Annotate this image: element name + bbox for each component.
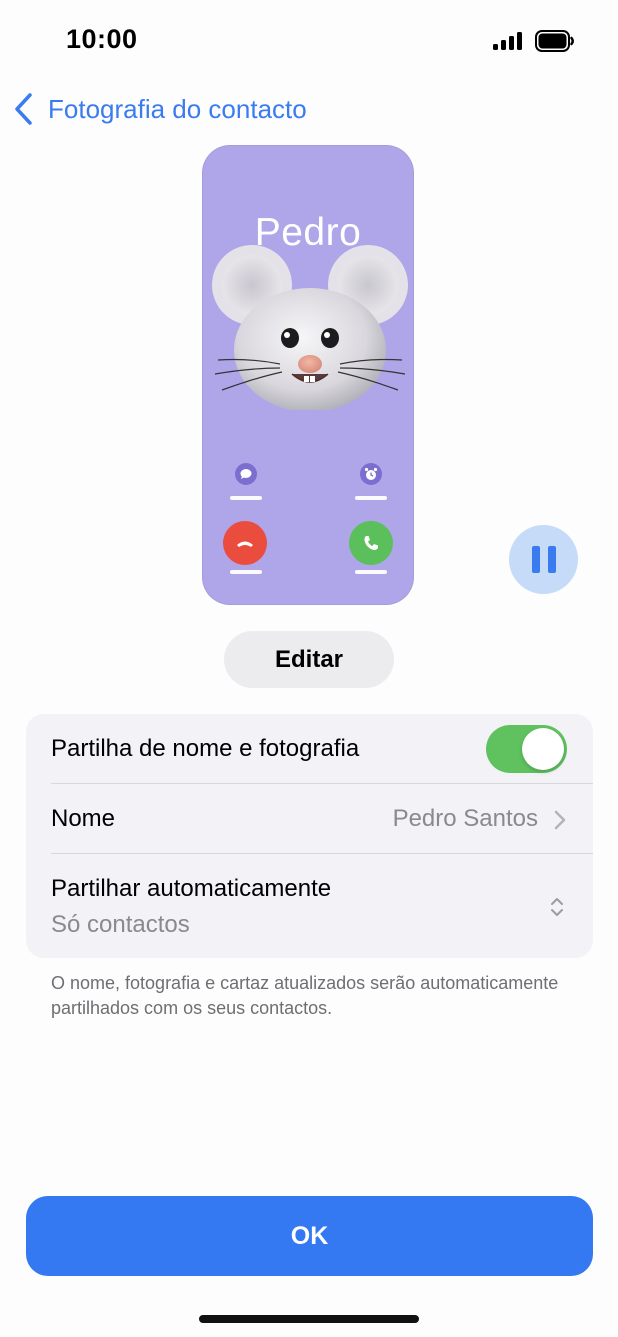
phone-icon — [364, 536, 378, 550]
edit-button[interactable]: Editar — [224, 631, 394, 688]
battery-icon — [535, 30, 574, 52]
toggle-knob — [522, 728, 564, 770]
sharing-footnote: O nome, fotografia e cartaz atualizados … — [51, 973, 559, 1018]
ok-button[interactable]: OK — [26, 1196, 593, 1276]
memoji-mouse-avatar — [212, 245, 408, 410]
alarm-clock-icon — [364, 467, 378, 480]
back-button[interactable]: Fotografia do contacto — [12, 92, 307, 126]
chevron-up-down-icon — [551, 898, 563, 916]
cellular-signal-icon — [493, 32, 522, 50]
poster-reminder-button — [360, 463, 382, 485]
poster-decline-button — [223, 521, 267, 565]
share-name-photo-row: Partilha de nome e fotografia — [26, 714, 593, 784]
share-name-photo-label: Partilha de nome e fotografia — [51, 735, 360, 762]
auto-share-value: Só contactos — [51, 911, 190, 938]
poster-accept-button — [349, 521, 393, 565]
auto-share-row[interactable]: Partilhar automaticamente Só contactos — [26, 854, 593, 958]
contact-poster-preview: Pedro — [202, 145, 414, 605]
pause-icon — [531, 546, 540, 573]
message-bubble-icon — [240, 469, 252, 479]
name-label: Nome — [51, 805, 116, 832]
chevron-right-icon — [554, 810, 566, 830]
poster-message-button — [235, 463, 257, 485]
chevron-left-icon — [15, 93, 32, 125]
name-value: Pedro Santos — [392, 805, 538, 832]
name-row[interactable]: Nome Pedro Santos — [26, 784, 593, 854]
auto-share-label: Partilhar automaticamente — [51, 875, 332, 902]
share-name-photo-toggle[interactable] — [486, 725, 567, 773]
status-time: 10:00 — [66, 24, 138, 54]
pause-preview-button[interactable] — [509, 525, 578, 594]
home-indicator[interactable] — [199, 1315, 419, 1323]
sharing-settings-group: Partilha de nome e fotografia Nome Pedro… — [26, 714, 593, 958]
phone-hangup-icon — [237, 541, 253, 547]
back-label: Fotografia do contacto — [48, 93, 307, 124]
